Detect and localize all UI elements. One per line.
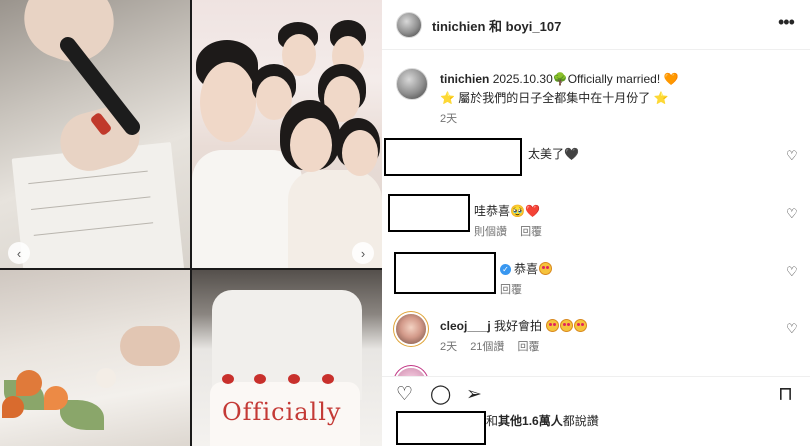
strawberry [254, 374, 266, 384]
photo-signing-document [0, 0, 190, 268]
red-heart-emoji: ❤️ [524, 204, 540, 218]
redaction-box [394, 252, 496, 294]
smiling-hearts-emoji [546, 319, 560, 332]
verified-badge-icon: ✓ [500, 264, 511, 275]
author-avatar[interactable] [396, 12, 422, 38]
comment-likes[interactable]: 則個讚 [474, 226, 507, 238]
share-paper-plane-icon[interactable]: ➢ [466, 385, 482, 404]
smiling-hearts-emoji [560, 319, 574, 332]
groom-shirt [192, 150, 302, 268]
comment-body: 哇恭喜🥹 [474, 204, 525, 218]
post-actions-bar: ♡ ◯ ➢ ⊓ [382, 376, 810, 410]
caption-time[interactable]: 2天 [440, 110, 457, 126]
post-media[interactable]: Officially ‹ › [0, 0, 382, 446]
commenter-avatar[interactable] [396, 314, 426, 344]
caption-line-1: tinichien 2025.10.30🌳Officially married!… [440, 72, 678, 86]
likes-summary[interactable]: 和其他1.6萬人都說讚 [486, 412, 599, 429]
reply-link[interactable]: 回覆 [500, 284, 522, 296]
header-usernames[interactable]: tinichien 和 boyi_107 [432, 16, 561, 35]
photo-group-selfie [192, 0, 382, 268]
black-heart-emoji: 🖤 [564, 147, 579, 161]
redaction-box [388, 194, 470, 232]
comment-time[interactable]: 2天 [440, 341, 457, 353]
photo-bouquet [0, 270, 190, 446]
save-bookmark-icon[interactable]: ⊓ [778, 385, 793, 404]
strawberry [222, 374, 234, 384]
cake-lettering: Officially [222, 398, 342, 426]
next-arrow-icon[interactable]: › [352, 242, 374, 264]
comment-text: ✓ 恭喜 [500, 260, 553, 277]
reply-link[interactable]: 回覆 [520, 226, 542, 238]
comment-meta: 則個讚 回覆 [474, 223, 552, 239]
likes-count[interactable]: 其他1.6萬人 [498, 414, 563, 428]
orange-flower [2, 396, 24, 418]
reply-link[interactable]: 回覆 [518, 341, 540, 353]
paper-line [31, 196, 151, 210]
caption-text-2: 屬於我們的日子全都集中在十月份了 [458, 91, 651, 105]
more-options-icon[interactable]: ••• [778, 12, 795, 33]
comment-item: ✓ 恭喜 回覆 ♡ [382, 250, 810, 306]
comment-bubble-icon[interactable]: ◯ [430, 385, 451, 404]
previous-arrow-icon[interactable]: ‹ [8, 242, 30, 264]
comment-meta: 回覆 [500, 281, 532, 297]
orange-heart-emoji: 🧡 [663, 72, 679, 86]
orange-flower [16, 370, 42, 396]
caption-avatar[interactable] [396, 68, 428, 100]
comment-text: 太美了🖤 [528, 145, 579, 162]
guest-face [342, 130, 378, 176]
hand-with-ring [120, 326, 180, 366]
comment-likes[interactable]: 21個讚 [470, 341, 504, 353]
commenter-avatar[interactable] [396, 368, 426, 376]
paper-line [33, 222, 154, 236]
comment-text: cleoj___j 我好會拍 [440, 317, 588, 334]
strawberry [288, 374, 300, 384]
comment-item [382, 364, 810, 376]
smiling-hearts-emoji [539, 262, 553, 275]
comment-meta: 2天 21個讚 回覆 [440, 338, 550, 354]
leaf [60, 400, 104, 430]
comment-body: 太美了 [528, 147, 565, 161]
heart-outline-icon[interactable]: ♡ [786, 264, 798, 280]
bride-face [290, 118, 332, 172]
redaction-box [396, 411, 486, 445]
orange-flower [44, 386, 68, 410]
smiling-hearts-emoji [574, 319, 588, 332]
heart-outline-icon[interactable]: ♡ [786, 206, 798, 222]
caption-username[interactable]: tinichien [440, 72, 489, 86]
comment-item: 太美了🖤 ♡ [382, 136, 810, 192]
star-emoji: ⭐ [440, 91, 455, 105]
paper-line [28, 170, 148, 185]
commenter-username[interactable]: cleoj___j [440, 319, 491, 333]
star-emoji: ⭐ [653, 91, 669, 105]
post-header: tinichien 和 boyi_107 ••• [382, 0, 810, 50]
heart-outline-icon[interactable]: ♡ [786, 148, 798, 164]
likes-prefix: 和 [486, 414, 499, 428]
comment-item: cleoj___j 我好會拍 2天 21個讚 回覆 ♡ [382, 308, 810, 364]
like-heart-icon[interactable]: ♡ [396, 385, 413, 404]
white-flower [96, 368, 116, 388]
post-details-panel: tinichien 和 boyi_107 ••• tinichien 2025.… [382, 0, 810, 446]
comment-body: 恭喜 [514, 262, 539, 276]
photo-wedding-cake: Officially [192, 270, 382, 446]
redaction-box [384, 138, 522, 176]
likes-suffix: 都說讚 [562, 414, 599, 428]
groom-face [200, 62, 256, 142]
comment-body: 我好會拍 [494, 319, 543, 333]
comment-item: 哇恭喜🥹❤️ 則個讚 回覆 ♡ [382, 192, 810, 248]
strawberry [322, 374, 334, 384]
comment-text: 哇恭喜🥹❤️ [474, 202, 540, 219]
heart-outline-icon[interactable]: ♡ [786, 321, 798, 337]
caption-line-2: ⭐ 屬於我們的日子全都集中在十月份了 ⭐ [440, 89, 669, 106]
caption-text: 2025.10.30🌳Officially married! [492, 72, 661, 86]
